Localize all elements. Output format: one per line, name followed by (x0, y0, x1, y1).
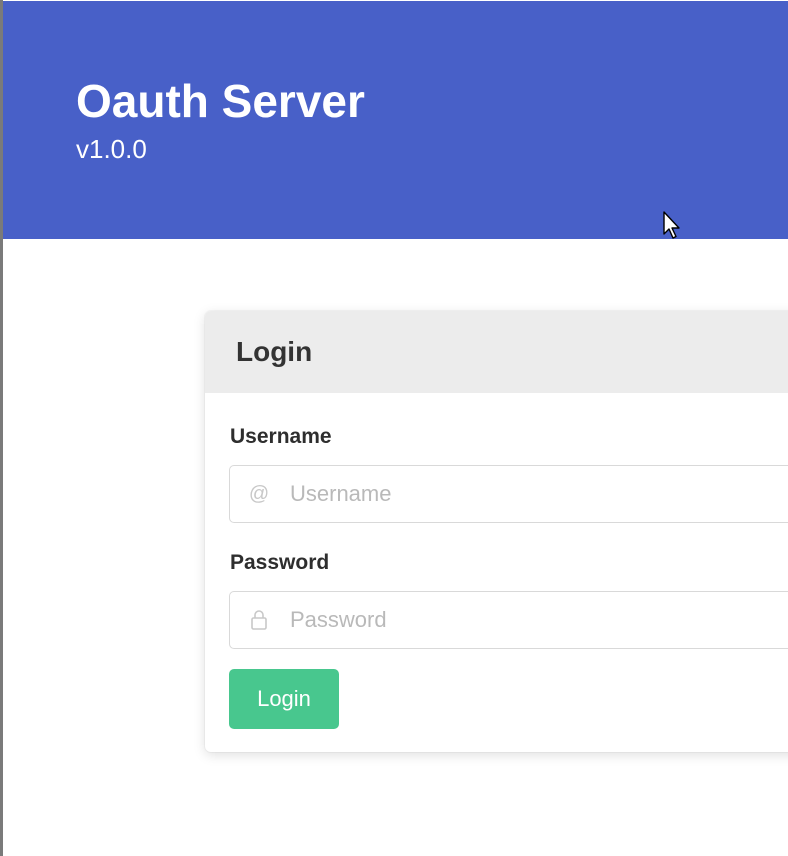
hero-banner: Oauth Server v1.0.0 (3, 1, 788, 239)
login-card-header: Login (205, 311, 788, 393)
login-card: Login Username @ Password Login (205, 311, 788, 752)
lock-icon (248, 608, 270, 632)
username-label: Username (230, 425, 332, 448)
login-card-title: Login (236, 336, 313, 367)
password-label: Password (230, 551, 330, 574)
username-field[interactable]: @ (229, 465, 788, 523)
app-version: v1.0.0 (76, 134, 147, 164)
password-field[interactable] (229, 591, 788, 649)
login-button[interactable]: Login (229, 669, 339, 729)
mouse-cursor-icon (663, 211, 680, 239)
username-input[interactable] (290, 466, 788, 522)
app-title: Oauth Server (76, 75, 365, 127)
page: Oauth Server v1.0.0 Login Username @ Pas… (0, 0, 788, 856)
at-icon: @ (248, 483, 270, 505)
password-input[interactable] (290, 592, 788, 648)
